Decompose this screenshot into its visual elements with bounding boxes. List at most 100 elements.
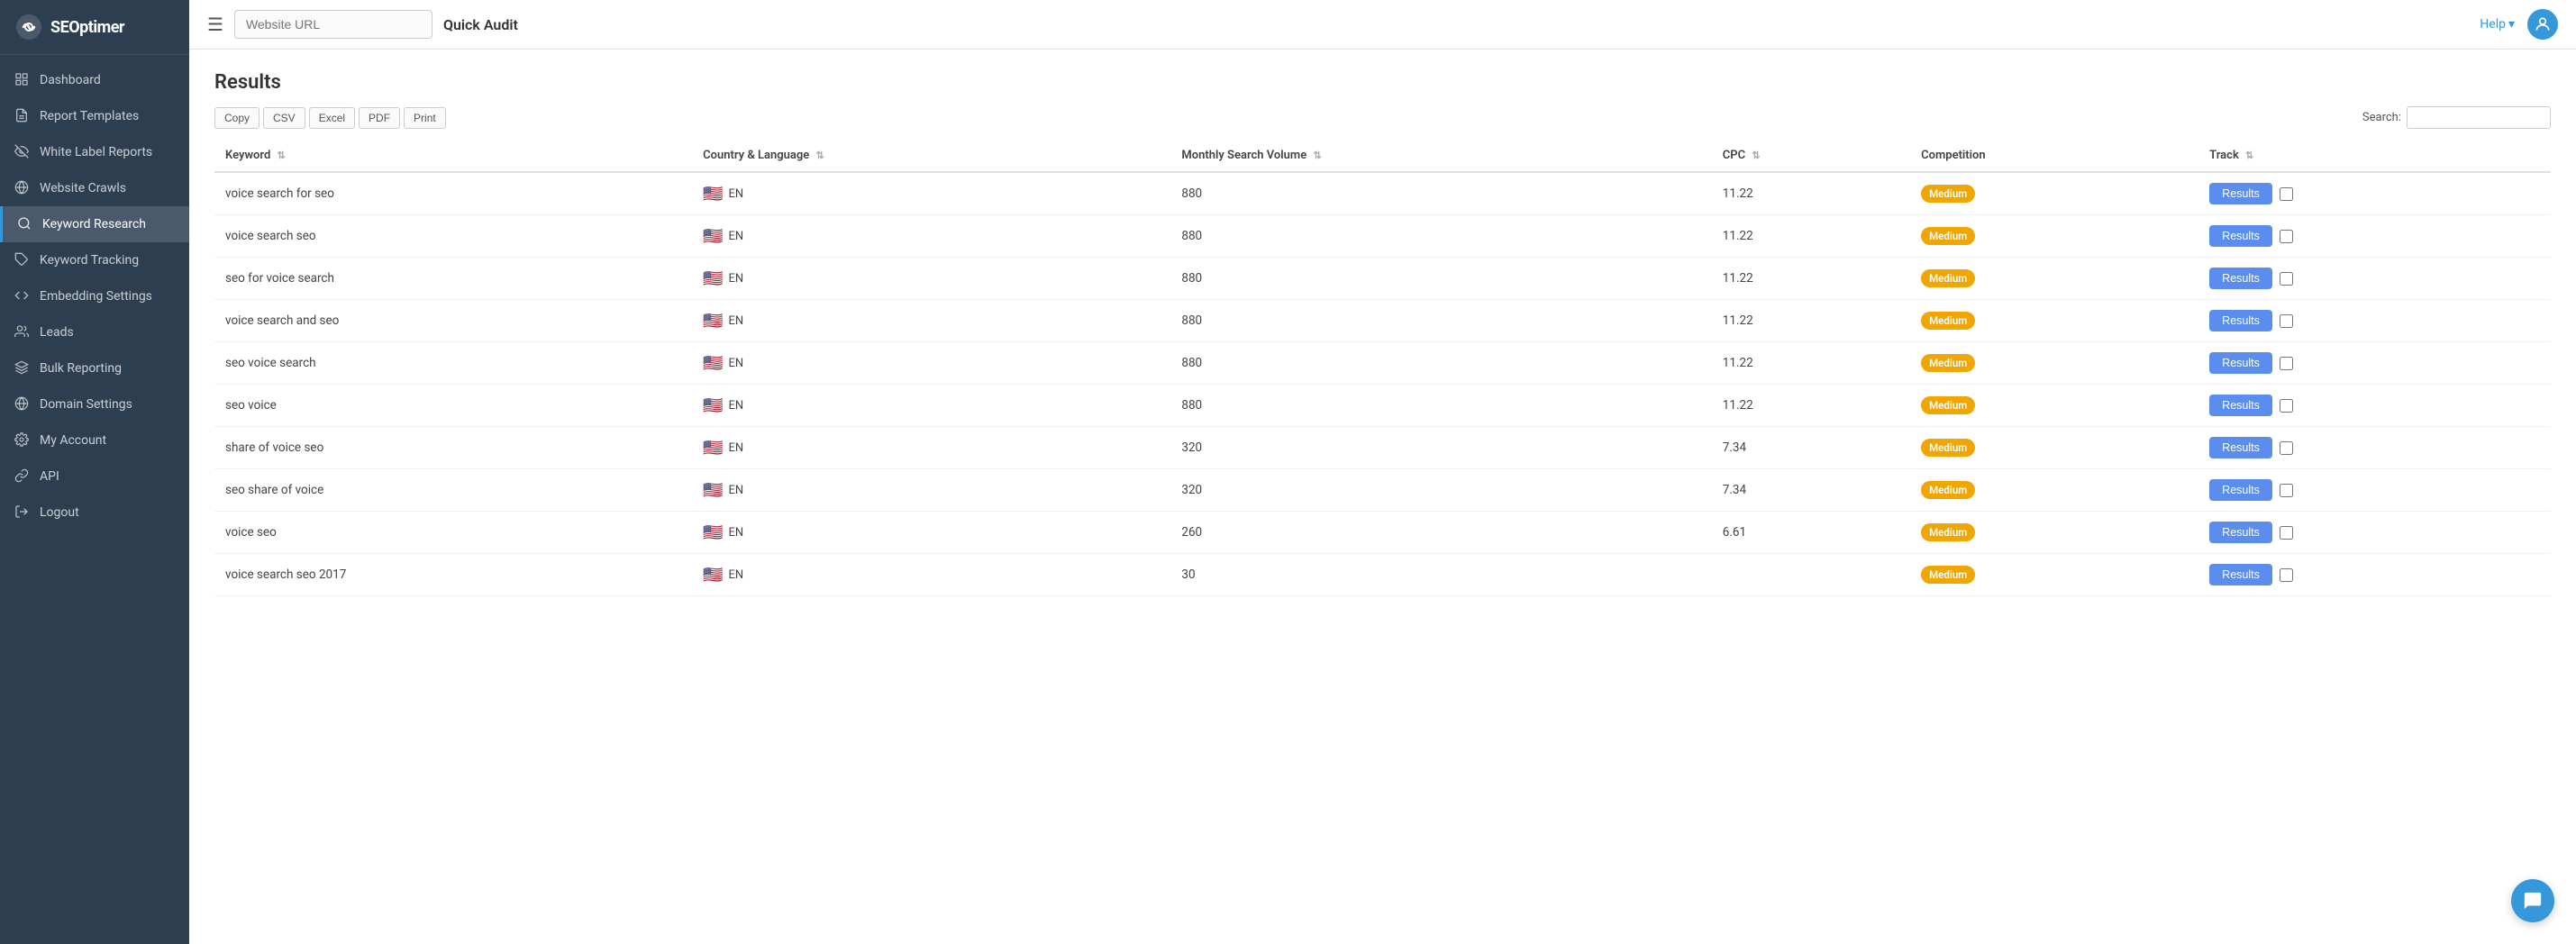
sidebar-item-label: Logout [40, 505, 79, 520]
cell-competition: Medium [1910, 300, 2198, 342]
sidebar-item-dashboard[interactable]: Dashboard [0, 62, 189, 98]
sort-country-icon[interactable]: ⇅ [816, 150, 824, 161]
page-title: Results [214, 71, 2551, 94]
cell-keyword: share of voice seo [214, 427, 692, 469]
track-checkbox[interactable] [2280, 568, 2293, 582]
table-row: voice seo 🇺🇸 EN 260 6.61 Medium Results [214, 512, 2551, 554]
copy-button[interactable]: Copy [214, 107, 259, 129]
cell-cpc [1712, 554, 1910, 596]
col-track: Track ⇅ [2198, 140, 2551, 172]
cell-country: 🇺🇸 EN [692, 258, 1170, 300]
cell-cpc: 11.22 [1712, 385, 1910, 427]
sidebar-item-leads[interactable]: Leads [0, 314, 189, 350]
table-row: voice search seo 2017 🇺🇸 EN 30 Medium Re… [214, 554, 2551, 596]
sidebar-item-bulk-reporting[interactable]: Bulk Reporting [0, 350, 189, 386]
results-button[interactable]: Results [2209, 522, 2272, 543]
cell-keyword: voice seo [214, 512, 692, 554]
track-checkbox[interactable] [2280, 314, 2293, 328]
cell-competition: Medium [1910, 427, 2198, 469]
cell-track: Results [2198, 554, 2551, 596]
cell-country: 🇺🇸 EN [692, 342, 1170, 385]
sort-cpc-icon[interactable]: ⇅ [1752, 150, 1760, 161]
eye-off-icon [14, 144, 31, 160]
code-icon [14, 288, 31, 304]
sort-keyword-icon[interactable]: ⇅ [278, 150, 286, 161]
results-button[interactable]: Results [2209, 183, 2272, 204]
quick-audit-label: Quick Audit [443, 16, 518, 33]
user-avatar[interactable] [2527, 9, 2558, 40]
sidebar-item-white-label-reports[interactable]: White Label Reports [0, 134, 189, 170]
excel-button[interactable]: Excel [309, 107, 355, 129]
competition-badge: Medium [1921, 312, 1975, 330]
globe-icon [14, 180, 31, 196]
sidebar-item-logout[interactable]: Logout [0, 495, 189, 531]
sidebar-item-label: API [40, 469, 59, 484]
track-checkbox[interactable] [2280, 272, 2293, 286]
cell-volume: 880 [1170, 258, 1711, 300]
cell-volume: 880 [1170, 342, 1711, 385]
col-cpc: CPC ⇅ [1712, 140, 1910, 172]
track-checkbox[interactable] [2280, 399, 2293, 413]
cell-volume: 880 [1170, 300, 1711, 342]
cell-track: Results [2198, 300, 2551, 342]
cell-volume: 880 [1170, 215, 1711, 258]
col-monthly-search-volume: Monthly Search Volume ⇅ [1170, 140, 1711, 172]
search-label: Search: [2362, 111, 2401, 124]
cell-track: Results [2198, 512, 2551, 554]
search-input[interactable] [2407, 106, 2551, 129]
results-button[interactable]: Results [2209, 479, 2272, 501]
sort-track-icon[interactable]: ⇅ [2245, 150, 2253, 161]
results-button[interactable]: Results [2209, 268, 2272, 289]
track-checkbox[interactable] [2280, 230, 2293, 243]
sort-volume-icon[interactable]: ⇅ [1313, 150, 1321, 161]
cell-track: Results [2198, 258, 2551, 300]
pdf-button[interactable]: PDF [359, 107, 400, 129]
chat-bubble[interactable] [2511, 879, 2554, 922]
cell-keyword: seo share of voice [214, 469, 692, 512]
table-row: seo for voice search 🇺🇸 EN 880 11.22 Med… [214, 258, 2551, 300]
track-checkbox[interactable] [2280, 441, 2293, 455]
results-button[interactable]: Results [2209, 225, 2272, 247]
track-checkbox[interactable] [2280, 187, 2293, 201]
sidebar-item-embedding-settings[interactable]: Embedding Settings [0, 278, 189, 314]
help-button[interactable]: Help ▾ [2480, 17, 2515, 32]
website-url-input[interactable] [234, 10, 432, 39]
cell-country: 🇺🇸 EN [692, 215, 1170, 258]
cell-keyword: seo voice [214, 385, 692, 427]
results-table: Keyword ⇅ Country & Language ⇅ Monthly S… [214, 140, 2551, 596]
cell-keyword: voice search for seo [214, 172, 692, 215]
table-header: Keyword ⇅ Country & Language ⇅ Monthly S… [214, 140, 2551, 172]
results-button[interactable]: Results [2209, 310, 2272, 331]
sidebar-item-report-templates[interactable]: Report Templates [0, 98, 189, 134]
results-button[interactable]: Results [2209, 352, 2272, 374]
table-row: share of voice seo 🇺🇸 EN 320 7.34 Medium… [214, 427, 2551, 469]
competition-badge: Medium [1921, 523, 1975, 541]
track-checkbox[interactable] [2280, 526, 2293, 540]
menu-icon[interactable]: ☰ [207, 14, 223, 35]
grid-icon [14, 72, 31, 88]
sidebar-item-label: Website Crawls [40, 181, 126, 195]
cell-track: Results [2198, 385, 2551, 427]
sidebar-item-keyword-research[interactable]: Keyword Research [0, 206, 189, 242]
sidebar-item-domain-settings[interactable]: Domain Settings [0, 386, 189, 422]
cell-country: 🇺🇸 EN [692, 385, 1170, 427]
results-button[interactable]: Results [2209, 395, 2272, 416]
cell-competition: Medium [1910, 554, 2198, 596]
cell-volume: 320 [1170, 427, 1711, 469]
cell-competition: Medium [1910, 469, 2198, 512]
sidebar-item-my-account[interactable]: My Account [0, 422, 189, 458]
sidebar-item-keyword-tracking[interactable]: Keyword Tracking [0, 242, 189, 278]
track-checkbox[interactable] [2280, 484, 2293, 497]
track-checkbox[interactable] [2280, 357, 2293, 370]
cell-volume: 880 [1170, 385, 1711, 427]
csv-button[interactable]: CSV [263, 107, 305, 129]
globe2-icon [14, 396, 31, 413]
sidebar-item-api[interactable]: API [0, 458, 189, 495]
cell-competition: Medium [1910, 385, 2198, 427]
sidebar-item-label: Dashboard [40, 73, 101, 87]
print-button[interactable]: Print [404, 107, 446, 129]
results-button[interactable]: Results [2209, 564, 2272, 585]
cell-track: Results [2198, 427, 2551, 469]
sidebar-item-website-crawls[interactable]: Website Crawls [0, 170, 189, 206]
results-button[interactable]: Results [2209, 437, 2272, 458]
